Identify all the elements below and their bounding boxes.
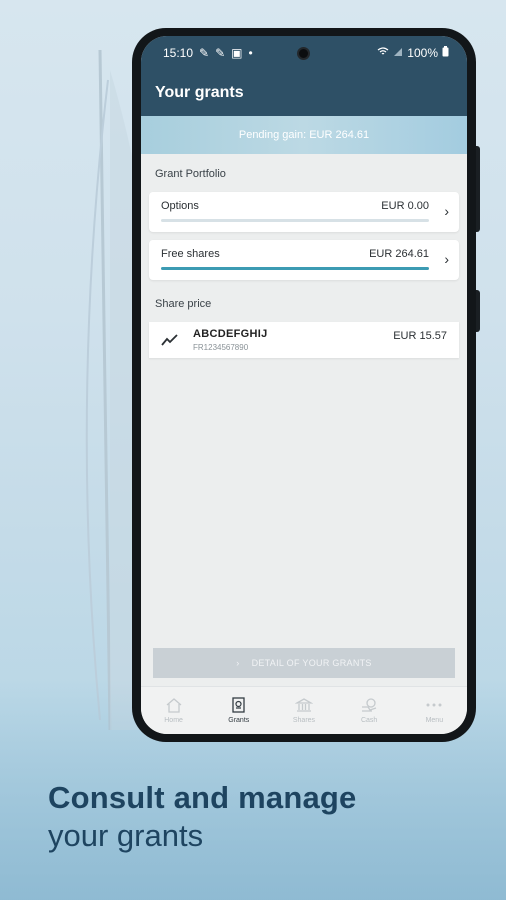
bank-icon — [294, 698, 313, 712]
share-price-value: EUR 15.57 — [393, 330, 447, 342]
headline-line-1: Consult and manage — [48, 780, 357, 815]
camera-hole — [297, 47, 310, 60]
nav-label-grants: Grants — [228, 717, 250, 724]
options-label: Options — [161, 200, 199, 212]
detail-grants-label: DETAIL OF YOUR GRANTS — [251, 658, 372, 668]
battery-icon — [442, 46, 449, 60]
free-shares-label: Free shares — [161, 248, 220, 260]
phone-frame: 15:10 ✎ ✎ ▣ • 100% Your grants Pending g… — [132, 28, 480, 742]
more-icon — [426, 703, 442, 707]
grant-portfolio-label: Grant Portfolio — [155, 168, 226, 180]
nav-label-home: Home — [164, 717, 183, 724]
nav-label-cash: Cash — [360, 717, 378, 724]
promo-headline: Consult and manage your grants — [48, 780, 356, 854]
power-button — [476, 290, 480, 332]
notification-icon: ✎ — [215, 46, 226, 60]
options-amount: EUR 0.00 — [381, 200, 429, 212]
nav-item-shares[interactable]: Shares — [274, 697, 334, 724]
notification-icon: ✎ — [199, 46, 210, 60]
status-time: 15:10 — [163, 46, 194, 60]
options-card[interactable]: Options EUR 0.00 › — [149, 192, 459, 232]
trend-icon — [161, 334, 178, 346]
wifi-icon — [377, 46, 389, 60]
free-shares-progress-bar — [161, 267, 429, 270]
grants-icon — [232, 697, 245, 713]
app-bar: Your grants — [141, 70, 467, 116]
share-price-card[interactable]: ABCDEFGHIJ FR1234567890 EUR 15.57 — [149, 322, 459, 358]
volume-button — [476, 146, 480, 232]
detail-grants-button[interactable]: › DETAIL OF YOUR GRANTS — [153, 648, 455, 678]
headline-line-2: your grants — [48, 818, 204, 853]
nav-label-menu: Menu — [425, 717, 444, 724]
home-icon — [166, 698, 182, 713]
dot-icon: • — [248, 46, 253, 60]
page-title: Your grants — [155, 84, 244, 101]
cash-icon — [362, 698, 377, 712]
share-ticker: ABCDEFGHIJ — [193, 328, 268, 340]
signal-icon — [393, 46, 403, 60]
phone-screen: 15:10 ✎ ✎ ▣ • 100% Your grants Pending g… — [141, 36, 467, 734]
nav-item-home[interactable]: Home — [144, 697, 204, 724]
nav-label-shares: Shares — [292, 717, 316, 724]
battery-level: 100% — [407, 46, 438, 60]
pending-gain-banner: Pending gain: EUR 264.61 — [141, 116, 467, 154]
nav-item-grants[interactable]: Grants — [209, 697, 269, 724]
share-price-label: Share price — [155, 298, 212, 310]
chevron-right-icon: › — [444, 203, 449, 219]
bottom-navigation: Home Grants Shares Cash Menu — [141, 686, 467, 734]
options-progress-bar — [161, 219, 429, 222]
nav-item-cash[interactable]: Cash — [339, 697, 399, 724]
nav-item-menu[interactable]: Menu — [404, 697, 464, 724]
chevron-right-icon: › — [236, 658, 240, 668]
free-shares-amount: EUR 264.61 — [369, 248, 429, 260]
pending-gain-text: Pending gain: EUR 264.61 — [238, 129, 370, 141]
chevron-right-icon: › — [444, 251, 449, 267]
app-notification-icon: ▣ — [231, 46, 243, 60]
free-shares-card[interactable]: Free shares EUR 264.61 › — [149, 240, 459, 280]
share-isin: FR1234567890 — [193, 343, 249, 352]
